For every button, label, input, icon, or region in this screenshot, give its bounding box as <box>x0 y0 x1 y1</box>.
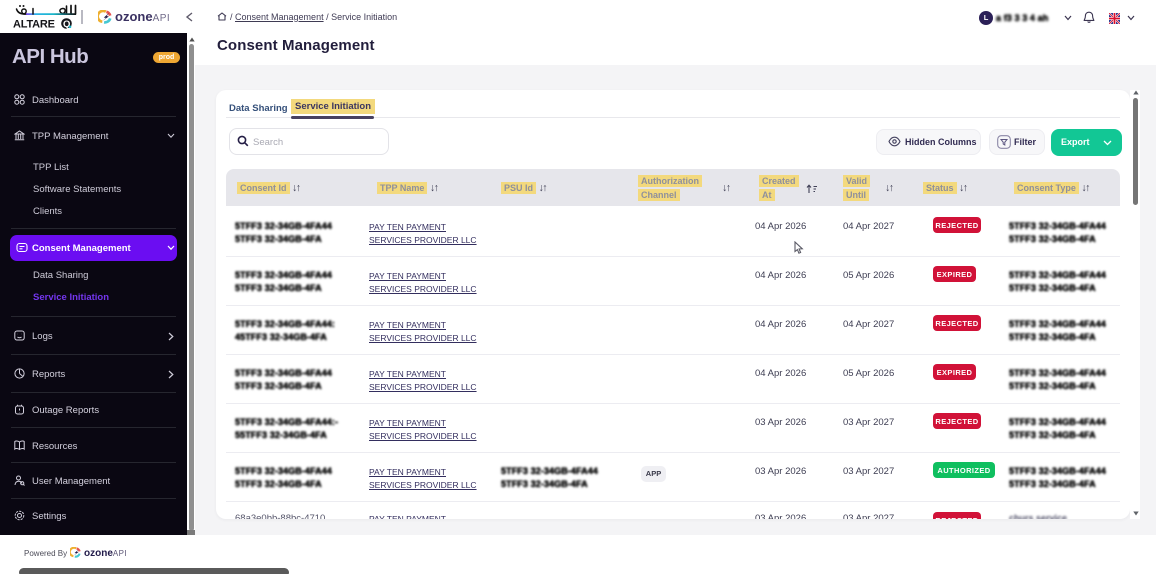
svg-text:ALTARE: ALTARE <box>13 19 55 30</box>
